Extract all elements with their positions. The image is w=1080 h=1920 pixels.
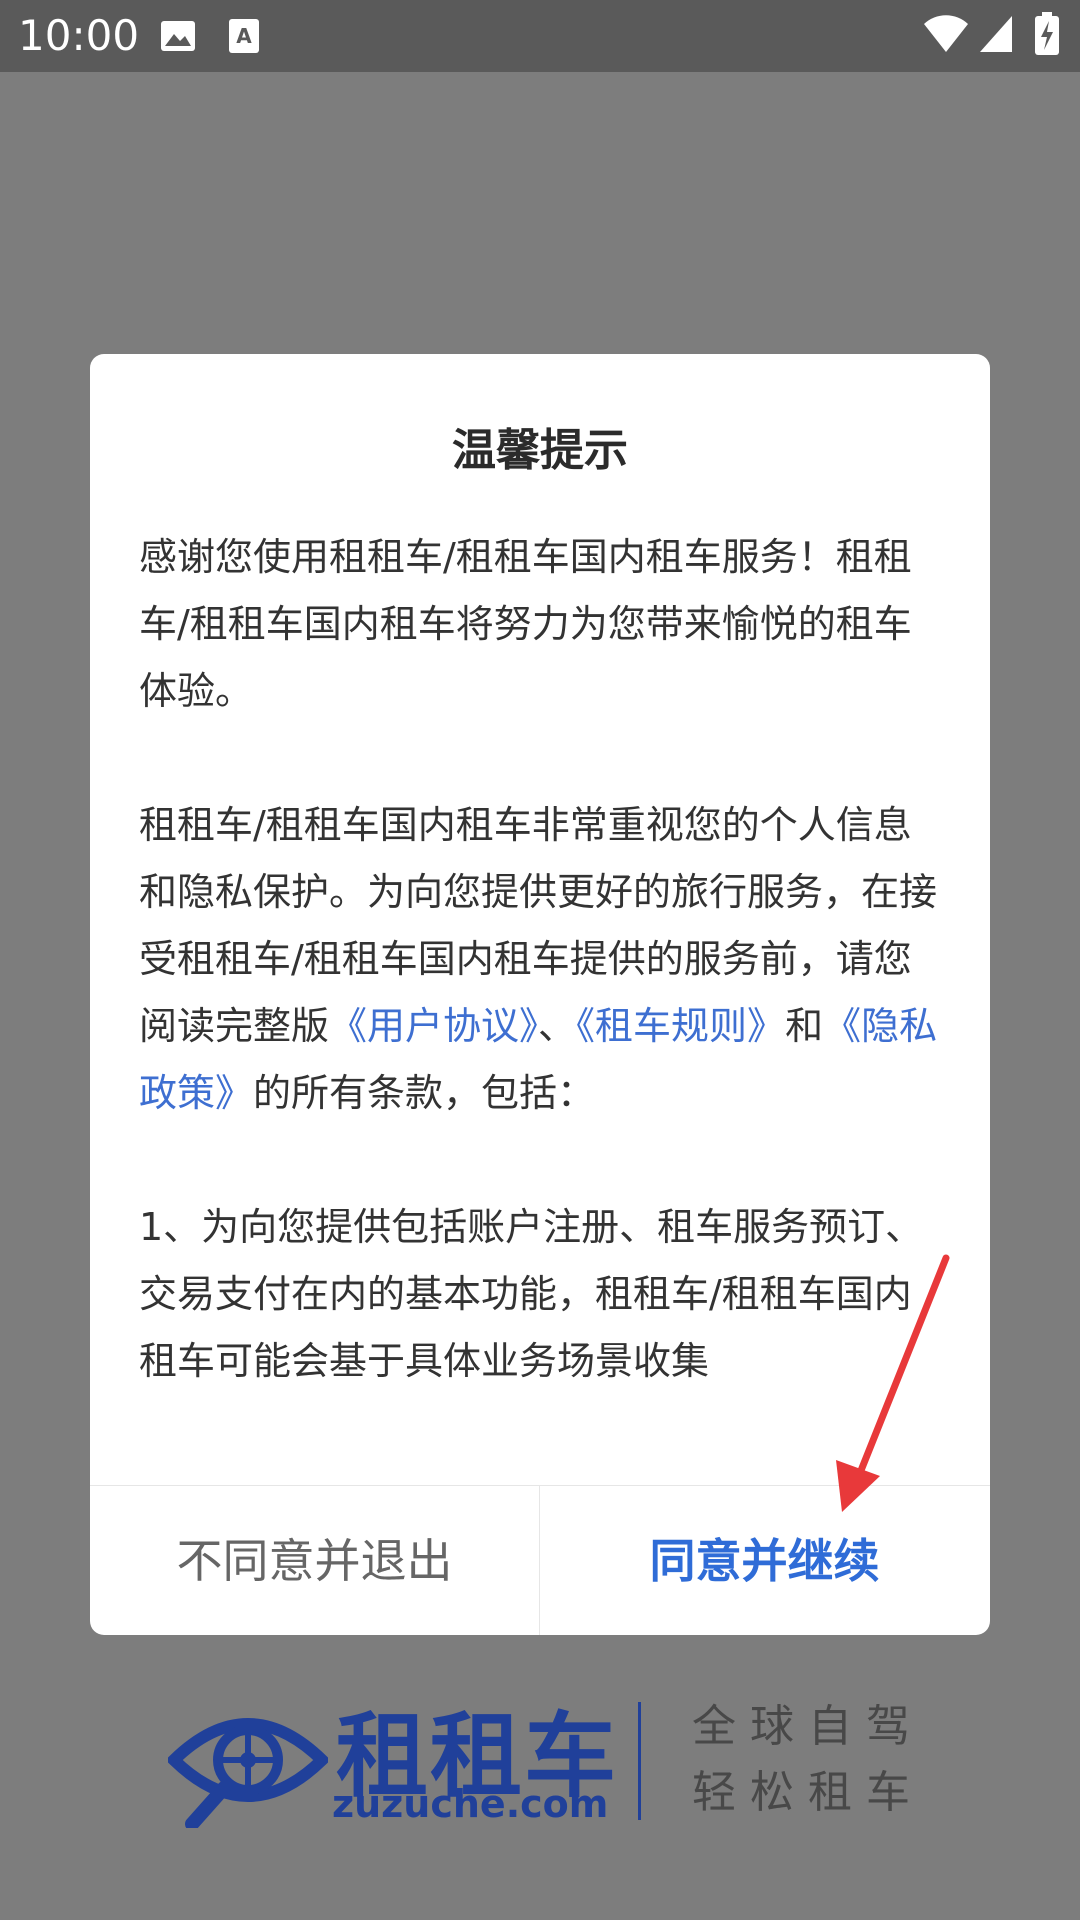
privacy-dialog: 温馨提示 感谢您使用租租车/租租车国内租车服务！租租车/租租车国内租车将努力为您…	[90, 354, 990, 1635]
disagree-exit-button[interactable]: 不同意并退出	[90, 1486, 539, 1635]
dialog-body[interactable]: 感谢您使用租租车/租租车国内租车服务！租租车/租租车国内租车将努力为您带来愉悦的…	[139, 524, 949, 1464]
status-time: 10:00	[18, 11, 140, 60]
brand-url: zuzuche.com	[332, 1782, 609, 1826]
text-a-icon: A	[228, 18, 260, 58]
brand-divider	[638, 1702, 641, 1820]
paragraph-privacy-text-2: 的所有条款，包括：	[253, 1071, 596, 1115]
brand-slogan-line2: 轻松租车	[692, 1767, 924, 1818]
brand-logo-icon	[165, 1698, 331, 1832]
image-icon	[160, 18, 196, 58]
svg-text:A: A	[236, 24, 252, 48]
signal-icon	[978, 14, 1014, 58]
link-rental-rules[interactable]: 《租车规则》	[576, 1004, 785, 1048]
dialog-footer: 不同意并退出 同意并继续	[90, 1485, 990, 1635]
paragraph-privacy-separator: 、	[538, 1004, 577, 1048]
wifi-icon	[922, 14, 970, 58]
screen: 10:00 A 租租车 zuzuche.com 全球自驾 轻松租车 温馨提示 感…	[0, 0, 1080, 1920]
dialog-title: 温馨提示	[452, 425, 628, 476]
brand-banner: 租租车 zuzuche.com 全球自驾 轻松租车	[165, 1690, 928, 1832]
paragraph-data-collection: 1、为向您提供包括账户注册、租车服务预订、交易支付在内的基本功能，租租车/租租车…	[139, 1205, 924, 1383]
status-bar: 10:00 A	[0, 0, 1080, 72]
paragraph-welcome: 感谢您使用租租车/租租车国内租车服务！租租车/租租车国内租车将努力为您带来愉悦的…	[139, 535, 912, 713]
brand-slogan-line1: 全球自驾	[692, 1701, 924, 1752]
battery-charging-icon	[1034, 12, 1060, 60]
paragraph-privacy-and: 和	[785, 1004, 824, 1048]
link-user-agreement[interactable]: 《用户协议》	[329, 1004, 538, 1048]
agree-continue-button[interactable]: 同意并继续	[540, 1486, 989, 1635]
paragraph-privacy: 租租车/租租车国内租车非常重视您的个人信息和隐私保护。为向您提供更好的旅行服务，…	[139, 792, 949, 1127]
